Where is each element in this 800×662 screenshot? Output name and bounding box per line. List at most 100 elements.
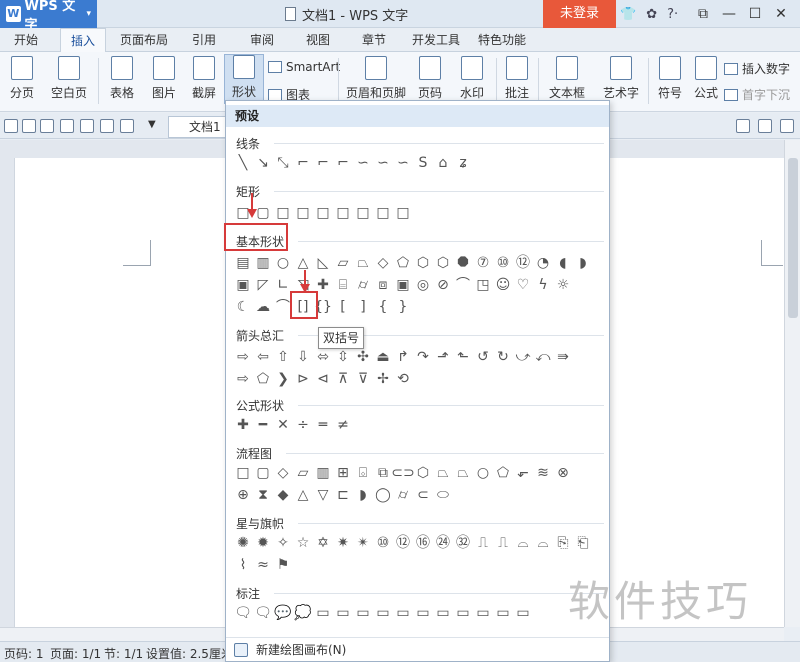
app-menu-button[interactable]: W WPS 文字 ▾ — [0, 0, 97, 33]
page-number-button[interactable]: 页码 — [410, 56, 450, 101]
curved-ribbon-down-shape-icon[interactable]: ⌓ — [533, 533, 553, 553]
smartart-button[interactable]: SmartArt — [268, 60, 340, 74]
star4-shape-icon[interactable]: ✧ — [273, 533, 293, 553]
lightning-bolt-shape-icon[interactable]: ϟ — [533, 275, 553, 295]
left-up-arrow-shape-icon[interactable]: ⬏ — [433, 347, 453, 367]
quad-arrow-shape-icon[interactable]: ✣ — [353, 347, 373, 367]
line-shape-icon[interactable]: ╲ — [233, 153, 253, 173]
up-arrow-shape-icon[interactable]: ⇧ — [273, 347, 293, 367]
triangle-shape-icon[interactable]: △ — [293, 253, 313, 273]
equal-shape-icon[interactable]: ═ — [313, 415, 333, 435]
document-tab[interactable]: 文档1 — [168, 116, 226, 138]
watermark-button[interactable]: 水印 — [452, 56, 492, 101]
chat-icon[interactable]: ✿ — [646, 7, 657, 22]
curved-up-arrow-shape-icon[interactable]: ⤻ — [513, 347, 533, 367]
line-callout4-shape-icon[interactable]: ▭ — [373, 603, 393, 623]
display-shape-icon[interactable]: ⬭ — [433, 485, 453, 505]
predefined-process-shape-icon[interactable]: ▥ — [313, 463, 333, 483]
striped-right-arrow-shape-icon[interactable]: ⇛ — [553, 347, 573, 367]
picture-button[interactable]: 图片 — [144, 56, 184, 101]
border-callout3-shape-icon[interactable]: ▭ — [513, 603, 533, 623]
summing-junction-shape-icon[interactable]: ⊗ — [553, 463, 573, 483]
right-bracket-shape-icon[interactable]: ] — [353, 297, 373, 317]
sequential-access-storage-shape-icon[interactable]: ◯ — [373, 485, 393, 505]
tab-start[interactable]: 开始 — [6, 28, 46, 52]
line-callout3-shape-icon[interactable]: ▭ — [353, 603, 373, 623]
minus-shape-icon[interactable]: ━ — [253, 415, 273, 435]
screenshot-button[interactable]: 截屏 — [184, 56, 224, 101]
table-button[interactable]: 表格 — [102, 56, 142, 101]
sort-shape-icon[interactable]: ◆ — [273, 485, 293, 505]
can-shape-icon[interactable]: ⌭ — [353, 275, 373, 295]
explosion1-shape-icon[interactable]: ✺ — [233, 533, 253, 553]
snip-diagonal-rectangle-shape-icon[interactable]: □ — [313, 203, 333, 223]
punched-tape-shape-icon[interactable]: ≋ — [533, 463, 553, 483]
notched-right-arrow-shape-icon[interactable]: ⇨ — [233, 369, 253, 389]
snip-same-side-rectangle-shape-icon[interactable]: □ — [293, 203, 313, 223]
process-shape-icon[interactable]: □ — [233, 463, 253, 483]
double-arrow-line-shape-icon[interactable]: ⤡ — [273, 153, 293, 173]
pentagon-arrow-shape-icon[interactable]: ⬠ — [253, 369, 273, 389]
frame-shape-icon[interactable]: ◗ — [573, 253, 593, 273]
restore-app-icon[interactable]: ⧉ — [692, 4, 714, 24]
plus-shape-icon[interactable]: ✚ — [233, 415, 253, 435]
hexagon-shape-icon[interactable]: ⬡ — [413, 253, 433, 273]
tab-page-layout[interactable]: 页面布局 — [116, 28, 172, 52]
pentagon-shape-icon[interactable]: ⬠ — [393, 253, 413, 273]
text-box-button[interactable]: 文本框 — [542, 56, 592, 101]
undo-icon[interactable] — [100, 119, 114, 133]
redo-icon[interactable] — [120, 119, 134, 133]
heptagon-shape-icon[interactable]: ⬡ — [433, 253, 453, 273]
moon-shape-icon[interactable]: ☾ — [233, 297, 253, 317]
wave-shape-icon[interactable]: ⌇ — [233, 555, 253, 575]
round-corner-rectangle-shape-icon[interactable]: □ — [333, 203, 353, 223]
drop-cap-button[interactable]: 首字下沉 — [724, 86, 790, 103]
block-arc-shape-icon[interactable]: ⌒ — [453, 275, 473, 295]
curved-ribbon-up-shape-icon[interactable]: ⌓ — [513, 533, 533, 553]
star6-shape-icon[interactable]: ✡ — [313, 533, 333, 553]
insert-number-button[interactable]: 插入数字 — [724, 60, 790, 77]
tab-section[interactable]: 章节 — [356, 28, 392, 52]
diamond-shape-icon[interactable]: ◇ — [373, 253, 393, 273]
scribble-shape-icon[interactable]: ʑ — [453, 153, 473, 173]
curved-double-arrow-shape-icon[interactable]: ∽ — [393, 153, 413, 173]
left-brace-shape-icon[interactable]: { — [373, 297, 393, 317]
print-icon[interactable] — [60, 119, 74, 133]
direct-access-storage-shape-icon[interactable]: ⊂ — [413, 485, 433, 505]
not-equal-shape-icon[interactable]: ≠ — [333, 415, 353, 435]
right-triangle-shape-icon[interactable]: ◺ — [313, 253, 333, 273]
teardrop-shape-icon[interactable]: ◖ — [553, 253, 573, 273]
right-arrow-callout-shape-icon[interactable]: ⊳ — [293, 369, 313, 389]
right-brace-shape-icon[interactable]: } — [393, 297, 413, 317]
alternate-process-shape-icon[interactable]: ▢ — [253, 463, 273, 483]
comment-button[interactable]: 批注 — [500, 56, 534, 101]
pie-shape-icon[interactable]: ⑫ — [513, 253, 533, 273]
star32-shape-icon[interactable]: ㉜ — [453, 533, 473, 553]
donut-shape-icon[interactable]: ◎ — [413, 275, 433, 295]
octagon-shape-icon[interactable]: ⯃ — [453, 253, 473, 273]
data-shape-icon[interactable]: ▱ — [293, 463, 313, 483]
up-arrow-callout-shape-icon[interactable]: ⊼ — [333, 369, 353, 389]
line-callout1-shape-icon[interactable]: ▭ — [313, 603, 333, 623]
oval-shape-icon[interactable]: ○ — [273, 253, 293, 273]
border-callout2-shape-icon[interactable]: ▭ — [493, 603, 513, 623]
tab-references[interactable]: 引用 — [186, 28, 222, 52]
or-shape-icon[interactable]: ⊕ — [233, 485, 253, 505]
manual-operation-shape-icon[interactable]: ⏢ — [453, 463, 473, 483]
tab-special[interactable]: 特色功能 — [474, 28, 530, 52]
text-box-shape-icon[interactable]: ▤ — [233, 253, 253, 273]
u-turn-arrow-shape-icon[interactable]: ↷ — [413, 347, 433, 367]
right-arrow-shape-icon[interactable]: ⇨ — [233, 347, 253, 367]
round-diagonal-rectangle-shape-icon[interactable]: □ — [373, 203, 393, 223]
chevron-shape-icon[interactable]: ❯ — [273, 369, 293, 389]
star8-shape-icon[interactable]: ✴ — [353, 533, 373, 553]
horizontal-scroll-shape-icon[interactable]: ⎗ — [573, 533, 593, 553]
symbol-button[interactable]: 符号 — [652, 56, 688, 101]
heart-shape-icon[interactable]: ♡ — [513, 275, 533, 295]
cube-shape-icon[interactable]: ⧈ — [373, 275, 393, 295]
new-canvas-item[interactable]: 新建绘图画布(N) — [226, 637, 609, 661]
parallelogram-shape-icon[interactable]: ▱ — [333, 253, 353, 273]
close-button[interactable]: ✕ — [770, 4, 792, 24]
manual-input-shape-icon[interactable]: ⏢ — [433, 463, 453, 483]
cloud-callout-shape-icon[interactable]: 💭 — [293, 603, 313, 623]
